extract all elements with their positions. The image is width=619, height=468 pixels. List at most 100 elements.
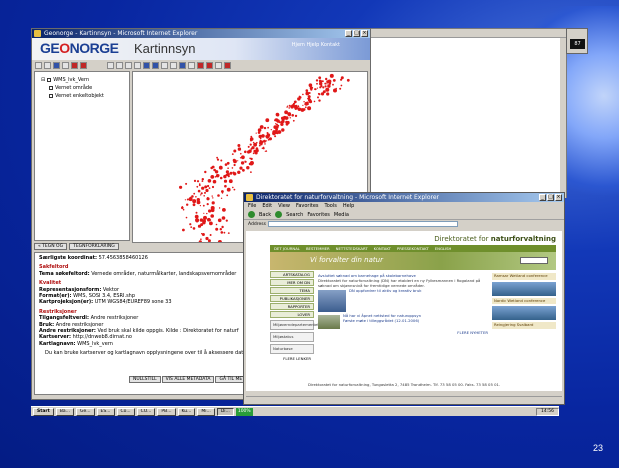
protected-area-marker (276, 123, 278, 126)
geonorge-titlebar[interactable]: Geonorge - Kartinnsyn - Microsoft Intern… (32, 29, 370, 38)
close-button[interactable]: × (361, 30, 368, 37)
system-tray-clock: 14:56 (536, 407, 559, 416)
layer-checkbox[interactable] (49, 94, 53, 98)
background-browser-scrollbar[interactable] (560, 38, 566, 198)
expand-icon[interactable]: ⊟ (41, 77, 45, 83)
protected-area-marker (262, 147, 265, 150)
taskbar-item[interactable]: Ba... (55, 407, 74, 416)
sidebar-item[interactable]: PUBLIKASJONER (270, 295, 314, 302)
dn-top-nav: DET JOURNAL BESTEMMER NETTSTEDSKART KONT… (270, 245, 556, 252)
search-input[interactable] (520, 257, 548, 264)
dn-brand[interactable]: Direktoratet for naturforvaltning (434, 235, 556, 243)
background-browser-window[interactable] (368, 28, 567, 198)
layer-item[interactable]: Vernet område (41, 84, 123, 92)
sidebar-item[interactable]: RAPPORTER (270, 303, 314, 310)
menu-help[interactable]: Help (343, 202, 354, 210)
new-icon[interactable] (35, 61, 42, 69)
more-news-link[interactable]: FLERE NYHETER (318, 330, 488, 335)
zoom-in-icon[interactable] (107, 61, 114, 69)
search-button[interactable]: Search (286, 212, 303, 218)
measure-icon[interactable] (170, 61, 177, 69)
nav-item[interactable]: ENGLISH (435, 245, 452, 252)
open-icon[interactable] (44, 61, 51, 69)
layer-item[interactable]: Vernet enkeltobjekt (41, 92, 123, 100)
taskbar-item[interactable]: Mi... (197, 407, 215, 416)
query-icon[interactable] (197, 61, 204, 69)
dn-window[interactable]: Direktoratet for naturforvaltning - Micr… (243, 192, 565, 405)
header-links[interactable]: Hjem Hjelp Kontakt (292, 42, 340, 48)
menu-view[interactable]: View (278, 202, 290, 210)
zoom-out-icon[interactable] (116, 61, 123, 69)
full-extent-icon[interactable] (134, 61, 141, 69)
save-icon[interactable] (53, 61, 60, 69)
minimize-button[interactable]: _ (345, 30, 352, 37)
back-button[interactable]: Back (259, 212, 271, 218)
add-layer-icon[interactable] (71, 61, 78, 69)
clear-icon[interactable] (224, 61, 231, 69)
dn-titlebar[interactable]: Direktoratet for naturforvaltning - Micr… (244, 193, 564, 202)
menu-tools[interactable]: Tools (325, 202, 337, 210)
favorites-button[interactable]: Favorites (307, 212, 330, 218)
kartserver-link[interactable]: http://dnweb8.dirnat.no (73, 334, 132, 340)
tab-legend[interactable]: TEGNFORKLARING (69, 243, 119, 250)
taskbar-item[interactable]: Co... (116, 407, 135, 416)
select-icon[interactable] (188, 61, 195, 69)
taskbar-item[interactable]: Ku... (177, 407, 196, 416)
layer-checkbox[interactable] (47, 78, 52, 82)
back-arrow-icon[interactable] (143, 61, 150, 69)
partner-logo[interactable]: Miljøverndepartementet (270, 320, 319, 330)
maximize-button[interactable]: □ (547, 194, 554, 201)
protected-area-marker (270, 129, 272, 131)
taskbar-item[interactable]: Ge... (75, 407, 95, 416)
info-icon[interactable] (179, 61, 186, 69)
sidebar-item[interactable]: LOVER (270, 311, 314, 318)
start-button[interactable]: Start (33, 407, 54, 416)
more-links[interactable]: FLERE LENKER (270, 356, 314, 361)
identify-icon[interactable] (161, 61, 168, 69)
sidebar-item[interactable]: TEMA (270, 287, 314, 294)
sidebar-item[interactable]: ARTSKATALOG (270, 271, 314, 278)
minimize-button[interactable]: _ (539, 194, 546, 201)
media-button[interactable]: Media (334, 212, 349, 218)
window-title: Direktoratet for naturforvaltning - Micr… (256, 194, 439, 201)
promo-box[interactable]: Nordic Wetland conference (492, 297, 556, 305)
show-all-metadata-button[interactable]: VIS ALLE METADATA (161, 376, 215, 383)
nav-item[interactable]: NETTSTEDSKART (336, 245, 368, 252)
nav-item[interactable]: KONTAKT (374, 245, 391, 252)
news-headline[interactable]: Første møte i tilleggsrådet (12.01.2006) (318, 318, 488, 323)
protected-area-marker (207, 239, 211, 242)
menu-favorites[interactable]: Favorites (296, 202, 319, 210)
layer-group[interactable]: ⊟ WMS_lvk_Vern (41, 76, 123, 84)
partner-logo[interactable]: Miljøstatus (270, 332, 314, 342)
menu-file[interactable]: File (248, 202, 256, 210)
reset-button[interactable]: NULLSTILL (129, 376, 161, 383)
partner-logo[interactable]: Naturbase (270, 344, 314, 354)
geonorge-logo[interactable]: GEONORGE (40, 40, 119, 56)
nav-item[interactable]: DET JOURNAL (274, 245, 300, 252)
pan-icon[interactable] (125, 61, 132, 69)
tab-draw[interactable]: « TEGN OG (34, 243, 68, 250)
layer-checkbox[interactable] (49, 86, 53, 90)
nav-item[interactable]: BESTEMMER (306, 245, 330, 252)
remove-layer-icon[interactable] (80, 61, 87, 69)
taskbar-item[interactable]: CO... (136, 407, 156, 416)
search-icon[interactable] (215, 61, 222, 69)
back-icon[interactable] (248, 211, 255, 218)
taskbar-item[interactable]: Di... (216, 407, 234, 416)
menu-edit[interactable]: Edit (262, 202, 272, 210)
taskbar-item[interactable]: PB... (157, 407, 176, 416)
promo-box[interactable]: Ramsar Wetland conference (492, 273, 556, 280)
sidebar-item[interactable]: MER OM DN (270, 279, 314, 286)
print-icon[interactable] (62, 61, 69, 69)
forward-icon[interactable] (275, 211, 283, 218)
maximize-button[interactable]: □ (353, 30, 360, 37)
protected-area-marker (302, 108, 306, 111)
close-button[interactable]: × (555, 194, 562, 201)
address-input[interactable] (267, 221, 458, 227)
layer-item-label: Vernet område (55, 85, 93, 91)
promo-box[interactable]: Reingjering Svalbard (492, 322, 556, 329)
forward-arrow-icon[interactable] (152, 61, 159, 69)
taskbar-item[interactable]: ES... (96, 407, 115, 416)
nav-item[interactable]: PRESSEKONTAKT (397, 245, 429, 252)
highlight-icon[interactable] (206, 61, 213, 69)
